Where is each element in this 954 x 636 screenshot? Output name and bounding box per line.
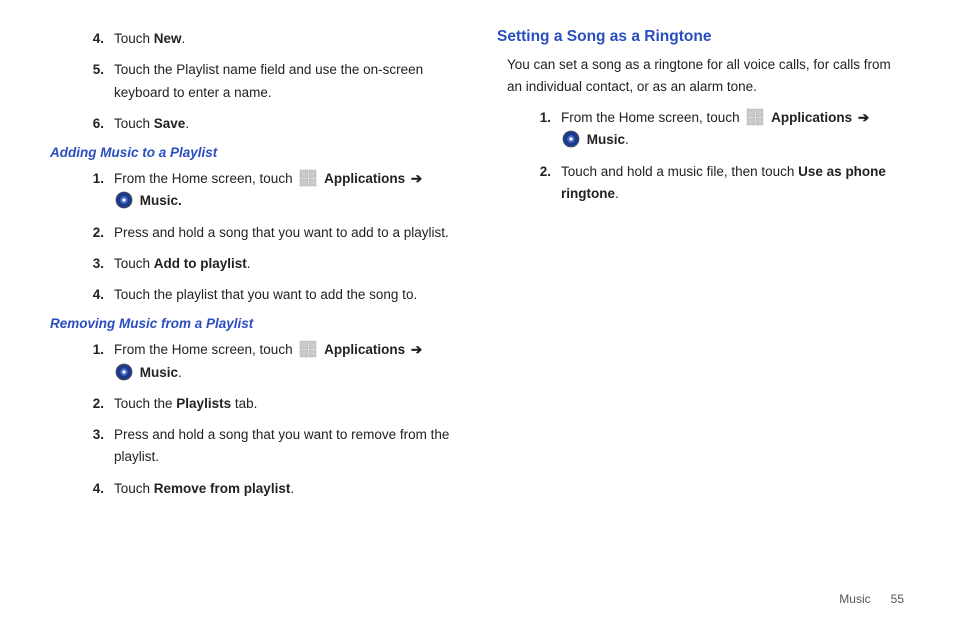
music-disc-icon [562,130,580,148]
arrow-icon: ➔ [411,342,422,357]
steps-continued: 4. Touch New. 5. Touch the Playlist name… [50,28,457,135]
apps-grid-icon [299,169,317,187]
step-body: Touch and hold a music file, then touch … [561,161,904,206]
step-body: Press and hold a song that you want to r… [114,424,457,469]
arrow-icon: ➔ [411,171,422,186]
steps-ringtone: 1. From the Home screen, touch Applicati… [497,107,904,205]
footer-page-number: 55 [891,592,904,606]
step-body: Touch Remove from playlist. [114,478,457,500]
right-column: Setting a Song as a Ringtone You can set… [497,28,904,509]
step-body: Touch the Playlists tab. [114,393,457,415]
list-item: 4. Touch New. [88,28,457,50]
list-item: 1. From the Home screen, touch Applicati… [88,168,457,213]
steps-remove: 1. From the Home screen, touch Applicati… [50,339,457,500]
step-number: 1. [535,107,561,152]
list-item: 3. Press and hold a song that you want t… [88,424,457,469]
step-body: From the Home screen, touch Applications… [561,107,904,152]
music-disc-icon [115,191,133,209]
step-body: Press and hold a song that you want to a… [114,222,457,244]
list-item: 6. Touch Save. [88,113,457,135]
list-item: 2. Touch the Playlists tab. [88,393,457,415]
heading-removing-music: Removing Music from a Playlist [50,316,457,331]
arrow-icon: ➔ [858,110,869,125]
step-number: 2. [88,222,114,244]
step-body: Touch New. [114,28,457,50]
list-item: 4. Touch the playlist that you want to a… [88,284,457,306]
step-body: Touch the playlist that you want to add … [114,284,457,306]
step-number: 3. [88,253,114,275]
steps-add: 1. From the Home screen, touch Applicati… [50,168,457,306]
step-number: 5. [88,59,114,104]
step-number: 4. [88,28,114,50]
list-item: 2. Touch and hold a music file, then tou… [535,161,904,206]
list-item: 1. From the Home screen, touch Applicati… [535,107,904,152]
list-item: 3. Touch Add to playlist. [88,253,457,275]
footer-section: Music [839,592,870,606]
music-disc-icon [115,363,133,381]
heading-adding-music: Adding Music to a Playlist [50,145,457,160]
step-number: 2. [535,161,561,206]
apps-grid-icon [746,108,764,126]
left-column: 4. Touch New. 5. Touch the Playlist name… [50,28,457,509]
step-body: From the Home screen, touch Applications… [114,339,457,384]
list-item: 2. Press and hold a song that you want t… [88,222,457,244]
page-footer: Music 55 [839,592,904,606]
step-number: 4. [88,284,114,306]
step-number: 6. [88,113,114,135]
page-columns: 4. Touch New. 5. Touch the Playlist name… [50,28,904,509]
step-body: Touch Save. [114,113,457,135]
list-item: 5. Touch the Playlist name field and use… [88,59,457,104]
step-body: From the Home screen, touch Applications… [114,168,457,213]
apps-grid-icon [299,340,317,358]
step-number: 3. [88,424,114,469]
step-number: 1. [88,168,114,213]
list-item: 1. From the Home screen, touch Applicati… [88,339,457,384]
step-number: 2. [88,393,114,415]
list-item: 4. Touch Remove from playlist. [88,478,457,500]
step-body: Touch Add to playlist. [114,253,457,275]
step-number: 4. [88,478,114,500]
heading-ringtone: Setting a Song as a Ringtone [497,28,904,46]
intro-text: You can set a song as a ringtone for all… [507,54,904,97]
step-body: Touch the Playlist name field and use th… [114,59,457,104]
step-number: 1. [88,339,114,384]
